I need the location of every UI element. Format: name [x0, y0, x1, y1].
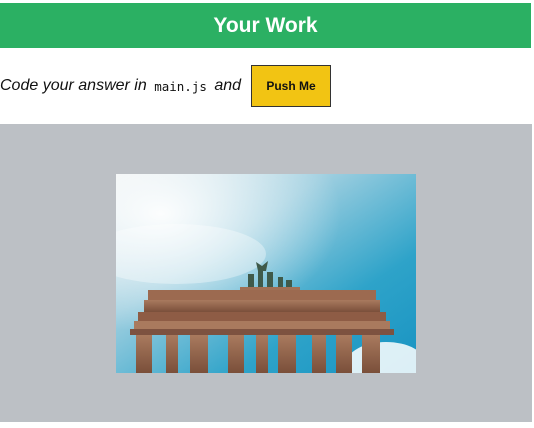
page: Your Work Code your answer in main.js an…: [0, 0, 534, 428]
brandenburg-gate-photo: [116, 174, 416, 373]
image-stage: [0, 124, 532, 422]
page-title: Your Work: [213, 13, 318, 37]
push-me-button[interactable]: Push Me: [251, 65, 332, 107]
instruction-row: Code your answer in main.js and Push Me: [0, 64, 531, 108]
filename-code: main.js: [154, 78, 207, 94]
photo-graphic: [116, 174, 416, 373]
header-bar: Your Work: [0, 3, 531, 48]
instruction-suffix: and: [209, 77, 242, 94]
instruction-prefix: Code your answer in: [0, 77, 152, 94]
